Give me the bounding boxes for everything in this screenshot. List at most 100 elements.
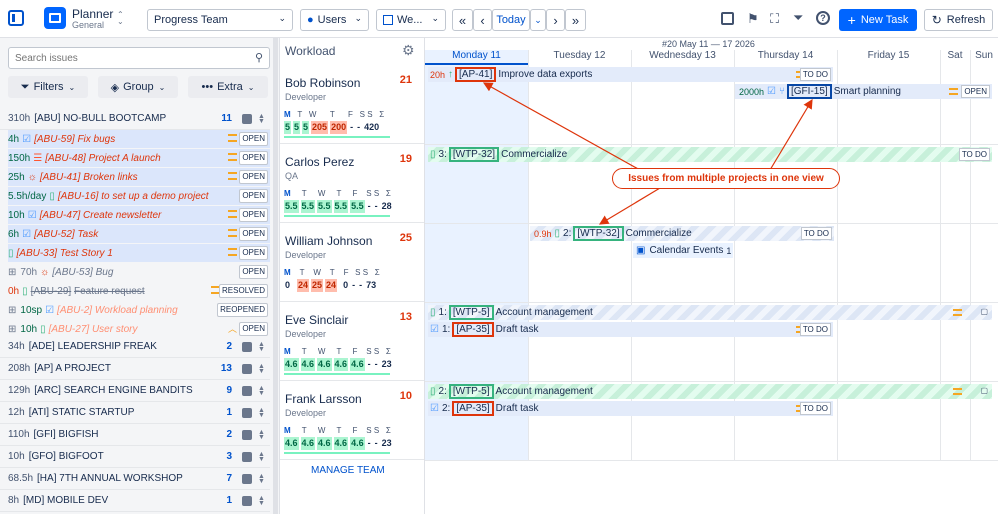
next-button[interactable]: › xyxy=(546,9,565,31)
person-row[interactable]: Frank Larsson Developer 10 M T W T F S S… xyxy=(280,381,424,460)
list-item[interactable]: 4h ☑ [ABU-59] Fix bugs OPEN xyxy=(8,130,270,148)
checkbox-icon[interactable] xyxy=(242,363,252,374)
chevron-down-icon: ⌄ xyxy=(431,13,439,23)
project-row[interactable]: 208h [AP] A PROJECT 13 ▲ ▼ xyxy=(0,358,270,380)
screenshot-icon[interactable] xyxy=(721,12,734,25)
priority-medium-icon xyxy=(949,88,958,95)
checkbox-icon[interactable] xyxy=(242,407,252,418)
more-icon[interactable]: ▢ xyxy=(980,386,988,395)
settings-gear-icon[interactable]: ⚙ xyxy=(402,42,415,59)
team-select[interactable]: Progress Team ⌄ xyxy=(147,9,293,31)
users-select[interactable]: ● Users ⌄ xyxy=(300,9,369,31)
task-bar[interactable]: ▯ 1: [WTP-5] Account management ▢ xyxy=(428,305,992,320)
task-bar[interactable]: ▯ 3: [WTP-32] Commercialize TO DO xyxy=(428,147,992,162)
sort-arrows-icon[interactable]: ▲ ▼ xyxy=(258,473,265,485)
task-bar[interactable]: ☑ 2: [AP-35] Draft task TO DO xyxy=(428,401,833,416)
priority-low-icon: ︿ xyxy=(227,324,237,334)
expand-icon[interactable]: ⊞ xyxy=(8,267,16,278)
search-input[interactable]: ⚲ xyxy=(8,47,270,69)
layers-icon: ◈ xyxy=(110,81,120,94)
select-all-checkbox-icon[interactable] xyxy=(242,113,252,124)
view-select[interactable]: We... ⌄ xyxy=(376,9,446,31)
list-item[interactable]: 150h ☰ [ABU-48] Project A launch OPEN xyxy=(8,149,270,167)
story-icon: ▯ xyxy=(430,149,436,160)
fullscreen-icon[interactable]: ⛶ xyxy=(770,11,779,27)
calendar-events[interactable]: ▣ Calendar Events 1 xyxy=(633,243,733,258)
sidebar-toggle-icon[interactable] xyxy=(8,10,24,26)
project-row[interactable]: 110h [GFI] BIGFISH 2 ▲ ▼ xyxy=(0,424,270,446)
task-bar[interactable]: 0.9h ▯ 2: [WTP-32] Commercialize TO DO xyxy=(530,226,834,241)
workload-title: Workload xyxy=(285,44,336,58)
checkbox-icon[interactable] xyxy=(242,341,252,352)
new-task-button[interactable]: + New Task xyxy=(839,9,917,31)
task-icon: ☑ xyxy=(430,324,439,335)
subtask-icon: ⑂ xyxy=(779,86,785,97)
filters-button[interactable]: ⏷ Filters ⌄ xyxy=(8,76,88,98)
project-row[interactable]: 12h [ATI] STATIC STARTUP 1 ▲ ▼ xyxy=(0,402,270,424)
checkbox-icon[interactable] xyxy=(242,473,252,484)
task-bar[interactable]: 20h ↑ [AP-41] Improve data exports TO DO xyxy=(428,67,833,82)
list-item[interactable]: ⊞ 10sp ☑ [ABU-2] Workload planning REOPE… xyxy=(8,301,270,319)
project-row[interactable]: 8h [MD] MOBILE DEV 1 ▲ ▼ xyxy=(0,490,270,512)
sidebar-scrollbar[interactable] xyxy=(273,38,278,514)
person-row[interactable]: William Johnson Developer 25 M T W T F S… xyxy=(280,223,424,302)
expand-icon[interactable]: ⊞ xyxy=(8,324,16,335)
sort-arrows-icon[interactable]: ▲ ▼ xyxy=(258,363,265,375)
group-button[interactable]: ◈ Group ⌄ xyxy=(98,76,178,98)
manage-team-link[interactable]: MANAGE TEAM xyxy=(311,465,385,476)
next-fast-button[interactable]: » xyxy=(565,9,586,31)
list-item[interactable]: ▯ [ABU-33] Test Story 1 OPEN xyxy=(8,244,270,262)
project-count: 11 xyxy=(221,113,232,124)
task-bar[interactable]: 2000h ☑ ⑂ [GFI-15] Smart planning OPEN xyxy=(735,84,992,99)
extra-button[interactable]: ••• Extra ⌄ xyxy=(188,76,268,98)
expand-icon[interactable]: ⊞ xyxy=(8,305,16,316)
today-dropdown-button[interactable]: ⌄ xyxy=(530,9,546,31)
list-item[interactable]: 5.5h/day ▯ [ABU-16] to set up a demo pro… xyxy=(8,187,270,205)
planner-app-icon[interactable] xyxy=(44,7,66,29)
checkbox-icon[interactable] xyxy=(242,495,252,506)
list-item[interactable]: 25h ☼ [ABU-41] Broken links OPEN xyxy=(8,168,270,186)
sort-arrows-icon[interactable]: ▲ ▼ xyxy=(258,385,265,397)
help-icon[interactable]: ? xyxy=(816,11,830,25)
issue-key: [WTP-5] xyxy=(448,305,494,320)
refresh-button[interactable]: ↻ Refresh xyxy=(924,9,993,31)
flag-icon[interactable]: ⚑ xyxy=(747,11,759,27)
issue-key: [WTP-32] xyxy=(448,147,500,162)
list-item[interactable]: 0h ▯ [ABU-29] Feature request RESOLVED xyxy=(8,282,270,300)
list-item[interactable]: 10h ☑ [ABU-47] Create newsletter OPEN xyxy=(8,206,270,224)
person-row[interactable]: Eve Sinclair Developer 13 M T W T F S S … xyxy=(280,302,424,381)
today-button[interactable]: Today xyxy=(492,9,530,31)
project-hours: 10h xyxy=(8,451,25,462)
task-bar[interactable]: ☑ 1: [AP-35] Draft task TO DO xyxy=(428,322,833,337)
prev-fast-button[interactable]: « xyxy=(452,9,473,31)
sort-arrows-icon[interactable]: ▲ ▼ xyxy=(258,341,265,353)
task-bar[interactable]: ▯ 2: [WTP-5] Account management ▢ xyxy=(428,384,992,399)
issue-title: to set up a demo project xyxy=(101,190,209,202)
prev-button[interactable]: ‹ xyxy=(473,9,492,31)
project-row[interactable]: 129h [ARC] SEARCH ENGINE BANDITS 9 ▲ ▼ xyxy=(0,380,270,402)
list-item[interactable]: ⊞ 70h ☼ [ABU-53] Bug OPEN xyxy=(8,263,270,281)
search-field[interactable] xyxy=(15,49,245,67)
sort-arrows-icon[interactable]: ▲ ▼ xyxy=(258,451,265,463)
checkbox-icon[interactable] xyxy=(242,385,252,396)
checkbox-icon[interactable] xyxy=(242,451,252,462)
project-row[interactable]: 34h [ADE] LEADERSHIP FREAK 2 ▲ ▼ xyxy=(0,336,270,358)
list-item[interactable]: 6h ☑ [ABU-52] Task OPEN xyxy=(8,225,270,243)
project-row[interactable]: 10h [GFO] BIGFOOT 3 ▲ ▼ xyxy=(0,446,270,468)
sort-arrows-icon[interactable]: ▲ ▼ xyxy=(258,407,265,419)
project-row[interactable]: 310h [ABU] NO-BULL BOOTCAMP 11 ▲ ▼ xyxy=(0,108,270,130)
person-row[interactable]: Bob Robinson Developer 21 M T W T F S S … xyxy=(280,65,424,144)
task-icon: ☑ xyxy=(22,133,32,145)
sort-arrows-icon[interactable]: ▲ ▼ xyxy=(258,113,265,125)
sort-arrows-icon[interactable]: ▲ ▼ xyxy=(258,495,265,507)
person-row[interactable]: Carlos Perez QA 19 M T W T F S S Σ 5.5 5.… xyxy=(280,144,424,223)
checkbox-icon[interactable] xyxy=(242,429,252,440)
app-switcher-chevron-icon[interactable]: ⌃ ⌄ xyxy=(117,11,124,26)
filter-icon[interactable]: ⏷ xyxy=(793,10,803,26)
project-count: 13 xyxy=(220,363,232,374)
project-row[interactable]: 68.5h [HA] 7TH ANNUAL WORKSHOP 7 ▲ ▼ xyxy=(0,468,270,490)
sort-arrows-icon[interactable]: ▲ ▼ xyxy=(258,429,265,441)
bug-icon: ☼ xyxy=(27,171,37,183)
issue-title: Project A launch xyxy=(88,152,161,164)
more-icon[interactable]: ▢ xyxy=(980,307,988,316)
